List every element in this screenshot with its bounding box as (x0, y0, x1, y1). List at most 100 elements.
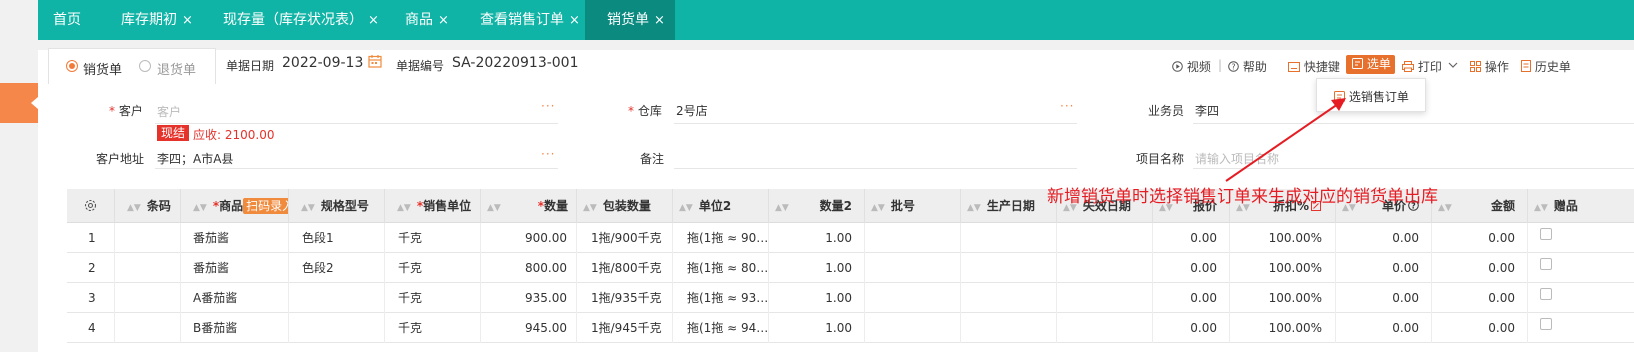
gift-checkbox[interactable] (1540, 258, 1552, 270)
cell-quote[interactable]: 0.00 (1153, 223, 1230, 253)
table-row[interactable]: 3 A番茄酱 千克 935.00 1拖/935千克 拖(1拖 ≈ 93… 1.0… (67, 283, 1634, 313)
cell-discount[interactable]: 100.00% (1230, 283, 1336, 313)
table-row[interactable]: 1 番茄酱 色段1 千克 900.00 1拖/900千克 拖(1拖 ≈ 90… … (67, 223, 1634, 253)
cell-qty2[interactable]: 1.00 (769, 283, 865, 313)
cell-product[interactable]: B番茄酱 (181, 313, 289, 343)
gift-checkbox[interactable] (1540, 228, 1552, 240)
tab-home[interactable]: 首页 (53, 0, 81, 40)
cell-batch[interactable] (865, 253, 961, 283)
cell-unit2[interactable]: 拖(1拖 ≈ 90… (673, 223, 769, 253)
col-unit2[interactable]: ▲▼ 单位2 (673, 189, 769, 223)
help-button[interactable]: ? 帮助 (1228, 58, 1267, 75)
operate-button[interactable]: 操作 (1470, 58, 1509, 75)
cell-qty2[interactable]: 1.00 (769, 223, 865, 253)
cell-unit[interactable]: 千克 (385, 313, 481, 343)
cell-qty[interactable]: 900.00 (481, 223, 577, 253)
col-batch[interactable]: ▲▼ 批号 (865, 189, 961, 223)
scan-entry-button[interactable]: 扫码录入 (243, 198, 288, 214)
cell-qty[interactable]: 800.00 (481, 253, 577, 283)
cell-amount[interactable]: 0.00 (1432, 313, 1528, 343)
date-field[interactable]: 2022-09-13 (282, 55, 363, 71)
cell-qty2[interactable]: 1.00 (769, 253, 865, 283)
print-dropdown[interactable] (1448, 58, 1458, 72)
cell-mfg-date[interactable] (961, 223, 1057, 253)
cell-quote[interactable]: 0.00 (1153, 253, 1230, 283)
project-input[interactable]: 请输入项目名称 (1195, 150, 1279, 167)
col-sales-unit[interactable]: ▲▼ *销售单位 (385, 189, 481, 223)
close-icon[interactable]: × (438, 13, 449, 28)
cell-batch[interactable] (865, 223, 961, 253)
cell-unit2[interactable]: 拖(1拖 ≈ 93… (673, 283, 769, 313)
cell-barcode[interactable] (115, 253, 181, 283)
cell-spec[interactable]: 色段2 (289, 253, 385, 283)
gift-checkbox[interactable] (1540, 288, 1552, 300)
close-icon[interactable]: × (654, 13, 665, 28)
cell-amount[interactable]: 0.00 (1432, 283, 1528, 313)
col-product[interactable]: ▲▼*商品扫码录入 (181, 189, 289, 223)
cell-price[interactable]: 0.00 (1336, 313, 1432, 343)
column-settings[interactable] (67, 189, 115, 223)
history-button[interactable]: 历史单 (1521, 58, 1571, 75)
cell-price[interactable]: 0.00 (1336, 283, 1432, 313)
tab-inventory-status[interactable]: 现存量（库存状况表） × (223, 0, 379, 40)
cell-batch[interactable] (865, 313, 961, 343)
cell-barcode[interactable] (115, 223, 181, 253)
radio-sale-label[interactable]: 销货单 (83, 59, 122, 78)
cell-unit2[interactable]: 拖(1拖 ≈ 94… (673, 313, 769, 343)
cell-unit2[interactable]: 拖(1拖 ≈ 80… (673, 253, 769, 283)
radio-return[interactable] (139, 60, 151, 72)
col-qty[interactable]: ▲▼ *数量 (481, 189, 577, 223)
cell-unit[interactable]: 千克 (385, 253, 481, 283)
address-input[interactable]: 李四；A市A县 (157, 150, 233, 167)
tab-products[interactable]: 商品 × (405, 0, 449, 40)
cell-discount[interactable]: 100.00% (1230, 253, 1336, 283)
cell-amount[interactable]: 0.00 (1432, 253, 1528, 283)
table-row[interactable]: 4 B番茄酱 千克 945.00 1拖/945千克 拖(1拖 ≈ 94… 1.0… (67, 313, 1634, 343)
cell-unit[interactable]: 千克 (385, 223, 481, 253)
close-icon[interactable]: × (368, 13, 379, 28)
customer-more-icon[interactable]: ··· (541, 99, 555, 113)
cell-batch[interactable] (865, 283, 961, 313)
print-button[interactable]: 打印 (1402, 58, 1442, 75)
col-gift[interactable]: ▲▼ 赠品 (1528, 189, 1634, 223)
cell-barcode[interactable] (115, 313, 181, 343)
cell-quote[interactable]: 0.00 (1153, 283, 1230, 313)
col-barcode[interactable]: ▲▼ 条码 (115, 189, 181, 223)
shortcut-button[interactable]: 快捷键 (1288, 58, 1340, 75)
select-order-button[interactable]: 选单 (1346, 55, 1395, 74)
tab-sales-delivery[interactable]: 销货单 × (585, 0, 675, 40)
radio-return-label[interactable]: 退货单 (157, 59, 196, 78)
col-pack-qty[interactable]: ▲▼ 包装数量 (577, 189, 673, 223)
cell-quote[interactable]: 0.00 (1153, 313, 1230, 343)
cell-spec[interactable]: 色段1 (289, 223, 385, 253)
customer-input[interactable]: 客户 (157, 103, 181, 120)
cell-price[interactable]: 0.00 (1336, 223, 1432, 253)
cell-mfg-date[interactable] (961, 313, 1057, 343)
warehouse-input[interactable]: 2号店 (676, 102, 708, 119)
cell-barcode[interactable] (115, 283, 181, 313)
cell-price[interactable]: 0.00 (1336, 253, 1432, 283)
cell-exp-date[interactable] (1057, 313, 1153, 343)
salesman-input[interactable]: 李四 (1195, 102, 1219, 119)
close-icon[interactable]: × (182, 13, 193, 28)
cell-mfg-date[interactable] (961, 283, 1057, 313)
tab-sales-orders[interactable]: 查看销售订单 × (480, 0, 580, 40)
col-mfg-date[interactable]: ▲▼ 生产日期 (961, 189, 1057, 223)
cell-exp-date[interactable] (1057, 223, 1153, 253)
cell-qty[interactable]: 935.00 (481, 283, 577, 313)
col-qty2[interactable]: ▲▼ 数量2 (769, 189, 865, 223)
radio-sale[interactable] (66, 60, 78, 72)
cell-product[interactable]: 番茄酱 (181, 223, 289, 253)
calendar-icon[interactable] (368, 54, 382, 68)
gift-checkbox[interactable] (1540, 318, 1552, 330)
cell-exp-date[interactable] (1057, 283, 1153, 313)
tab-opening-stock[interactable]: 库存期初 × (121, 0, 193, 40)
close-icon[interactable]: × (569, 13, 580, 28)
cell-qty2[interactable]: 1.00 (769, 313, 865, 343)
cell-qty[interactable]: 945.00 (481, 313, 577, 343)
video-button[interactable]: 视频 (1172, 58, 1211, 75)
cell-spec[interactable] (289, 313, 385, 343)
cell-mfg-date[interactable] (961, 253, 1057, 283)
cell-product[interactable]: 番茄酱 (181, 253, 289, 283)
warehouse-more-icon[interactable]: ··· (1060, 99, 1074, 113)
